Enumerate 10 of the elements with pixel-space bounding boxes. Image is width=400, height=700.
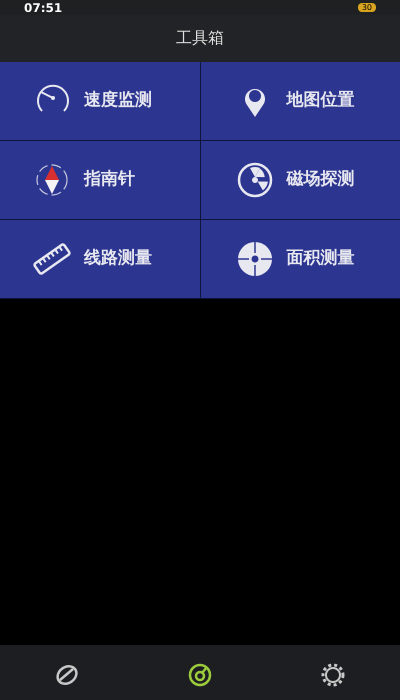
settings-icon: [319, 660, 348, 688]
tool-tile[interactable]: 面积测量: [200, 220, 400, 298]
tool-tile[interactable]: 地图位置: [200, 62, 400, 140]
tool-tile[interactable]: 线路测量: [0, 220, 200, 298]
page-title: 工具箱: [176, 26, 224, 48]
tool-tile[interactable]: 指南针: [0, 141, 200, 219]
tool-tile[interactable]: 磁场探测: [200, 141, 400, 219]
tool-tile[interactable]: 速度监测: [0, 62, 200, 140]
battery-indicator: 30: [358, 2, 376, 12]
status-time: 07:51: [24, 0, 62, 14]
